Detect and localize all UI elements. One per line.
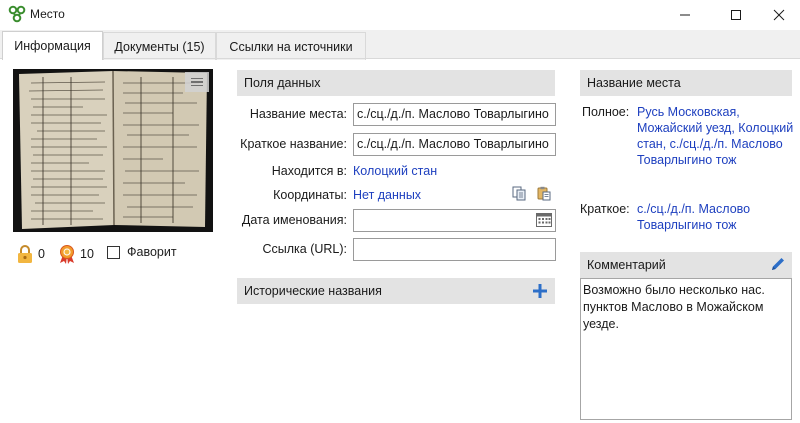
minimize-button[interactable] (662, 0, 708, 30)
url-label: Ссылка (URL): (262, 242, 347, 256)
paste-icon[interactable] (537, 186, 551, 201)
lock-counter[interactable]: 0 (15, 243, 45, 265)
title-bar: Место (0, 0, 800, 30)
document-thumbnail[interactable] (13, 69, 213, 232)
tab-information[interactable]: Информация (2, 31, 103, 60)
calendar-icon[interactable] (536, 212, 552, 227)
hamburger-icon (191, 77, 203, 80)
full-name-label: Полное: (582, 105, 630, 119)
coordinates-link[interactable]: Нет данных (353, 188, 421, 202)
minimize-icon (680, 14, 690, 16)
thumbnail-menu-button[interactable] (185, 72, 209, 92)
maximize-icon (731, 10, 741, 20)
lock-count: 0 (38, 247, 45, 261)
copy-icon[interactable] (512, 186, 526, 201)
close-button[interactable] (756, 0, 800, 30)
comment-text[interactable]: Возможно было несколько нас. пунктов Мас… (580, 278, 792, 420)
close-icon (773, 9, 785, 21)
coordinates-label: Координаты: (273, 188, 347, 202)
award-icon (60, 245, 74, 264)
maximize-button[interactable] (713, 0, 759, 30)
historical-names-header: Исторические названия (237, 278, 555, 304)
url-field[interactable] (353, 238, 556, 261)
full-name-value[interactable]: Русь Московская, Можайский уезд, Колоцки… (637, 104, 797, 168)
add-historical-name-icon[interactable] (533, 284, 547, 298)
place-name-label: Название места: (249, 107, 347, 121)
naming-date-label: Дата именования: (241, 213, 347, 227)
edit-pencil-icon[interactable] (770, 256, 786, 272)
document-scan-image (13, 69, 213, 232)
favorite-toggle[interactable]: Фаворит (107, 245, 177, 259)
favorite-label: Фаворит (127, 245, 177, 259)
window-title: Место (30, 7, 65, 21)
located-in-label: Находится в: (271, 164, 347, 178)
tab-source-links[interactable]: Ссылки на источники (216, 32, 366, 60)
favorite-checkbox[interactable] (107, 245, 120, 259)
place-name-field[interactable]: с./сц./д./п. Маслово Товарлыгино (353, 103, 556, 126)
award-count: 10 (80, 247, 94, 261)
app-icon (8, 5, 26, 23)
data-fields-header: Поля данных (237, 70, 555, 96)
historical-names-title: Исторические названия (244, 284, 382, 298)
short-place-label: Краткое: (580, 202, 630, 216)
tab-bar: Информация Документы (15) Ссылки на исто… (0, 30, 800, 60)
short-name-field[interactable]: с./сц./д./п. Маслово Товарлыгино (353, 133, 556, 156)
short-place-value[interactable]: с./сц./д./п. Маслово Товарлыгино тож (637, 201, 797, 233)
lock-icon (18, 245, 32, 263)
tab-documents[interactable]: Документы (15) (103, 32, 216, 60)
located-in-link[interactable]: Колоцкий стан (353, 164, 437, 178)
comment-title: Комментарий (587, 258, 666, 272)
place-name-header: Название места (580, 70, 792, 96)
comment-header: Комментарий (580, 252, 792, 278)
award-counter[interactable]: 10 (57, 243, 94, 265)
naming-date-field[interactable] (353, 209, 556, 232)
tab-content-border (0, 58, 800, 59)
short-name-label: Краткое название: (240, 137, 347, 151)
